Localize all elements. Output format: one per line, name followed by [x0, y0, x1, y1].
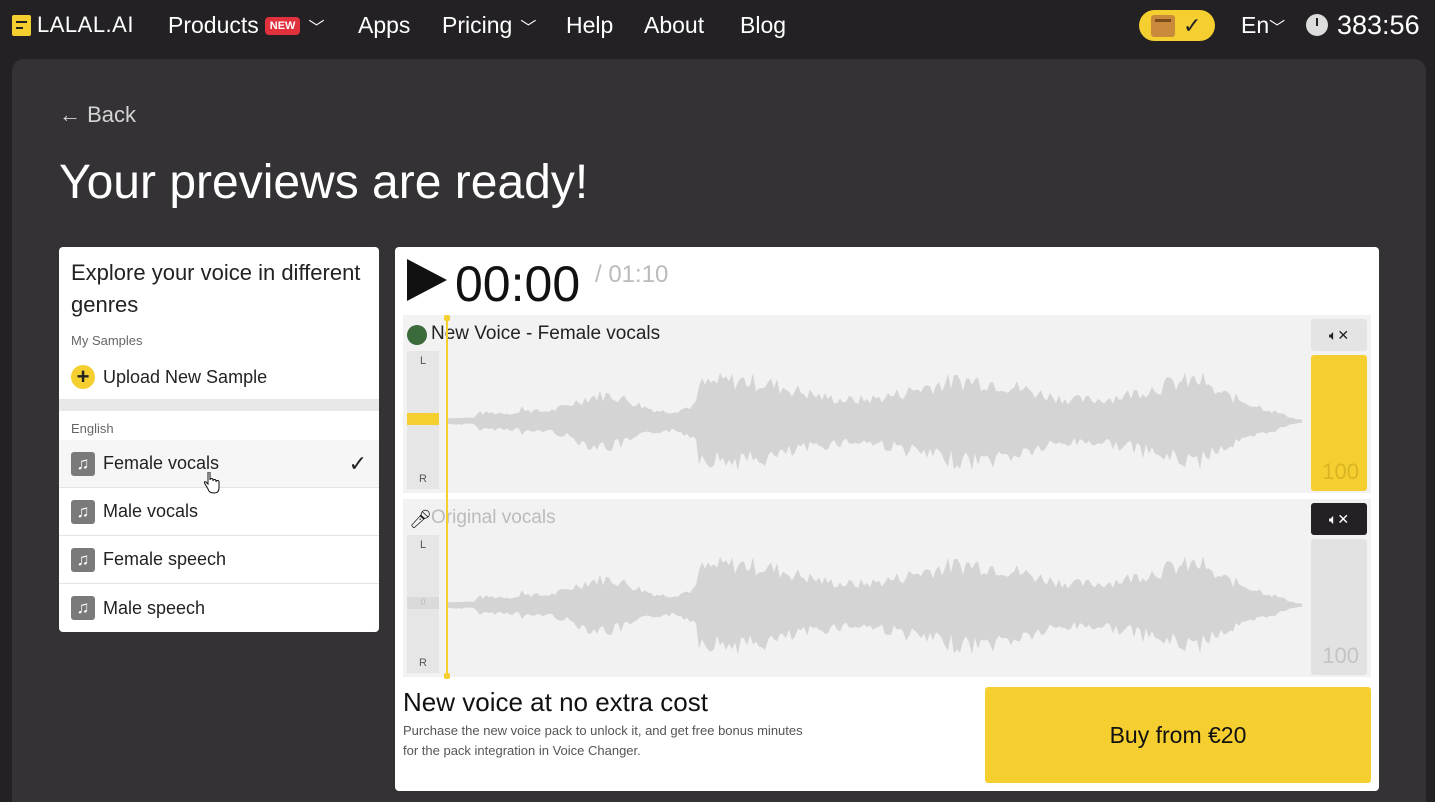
nav-pricing-label: Pricing [442, 12, 513, 38]
player-panel: 00:00 / 01:10 New Voice - Female vocals … [395, 247, 1379, 791]
volume-value: 100 [1322, 459, 1359, 484]
music-note-icon: ♫ [71, 547, 95, 572]
genre-item-female-speech[interactable]: ♫ Female speech [59, 536, 379, 584]
pan-left-label: L [419, 539, 427, 551]
pan-meter[interactable]: L 0 R [407, 351, 439, 489]
waveform-shape [447, 556, 1302, 655]
language-selector[interactable]: En﹀ [1241, 12, 1285, 39]
nav-products[interactable]: Products NEW ﹀ [168, 12, 324, 39]
genre-item-male-vocals[interactable]: ♫ Male vocals [59, 488, 379, 536]
pan-right-label: R [419, 473, 427, 485]
track-name: New Voice - Female vocals [431, 323, 661, 344]
track-original-vocals: 🎤︎ Original vocals L 0 R 🔈︎✕ 100 [403, 499, 1371, 677]
waveform-shape [447, 372, 1302, 471]
genre-panel: Explore your voice in different genres M… [59, 247, 379, 632]
play-icon[interactable] [407, 259, 447, 301]
music-note-icon: ♫ [71, 451, 95, 476]
speaker-muted-icon: 🔈︎✕ [1328, 510, 1350, 527]
volume-slider[interactable]: 100 [1311, 355, 1367, 491]
mute-button[interactable]: 🔈︎✕ [1311, 319, 1367, 351]
waveform[interactable] [447, 351, 1303, 491]
nav-apps[interactable]: Apps [358, 12, 410, 39]
total-time: / 01:10 [595, 261, 669, 288]
nav-pricing[interactable]: Pricing ﹀ [442, 12, 536, 39]
pan-meter[interactable]: L 0 R [407, 535, 439, 673]
playhead-handle-top [444, 315, 450, 321]
lalal-logo-icon [12, 14, 31, 36]
page-title: Your previews are ready! [59, 156, 589, 209]
pan-left-label: L [419, 355, 427, 367]
speaker-muted-icon: 🔈︎✕ [1328, 326, 1350, 343]
hand-cursor-icon [203, 472, 220, 494]
language-label: En [1241, 12, 1270, 38]
clock-icon [1306, 14, 1328, 36]
pan-center-indicator: 0 [407, 413, 439, 425]
voice-pack-button[interactable]: ✓ [1139, 10, 1215, 41]
minutes-timer: 383:56 [1337, 10, 1420, 40]
genre-label: Female speech [103, 549, 227, 569]
offer-description: Purchase the new voice pack to unlock it… [403, 723, 803, 758]
music-note-icon: ♫ [71, 596, 95, 620]
nav-blog[interactable]: Blog [740, 12, 786, 39]
chevron-down-icon: ﹀ [520, 19, 537, 37]
microphone-icon: 🎤︎ [409, 509, 432, 529]
nav-help[interactable]: Help [566, 12, 613, 39]
playhead-handle-bottom [444, 673, 450, 679]
waveform[interactable] [447, 535, 1303, 675]
logo[interactable]: LALAL.AI [12, 12, 134, 38]
my-samples-label: My Samples [71, 333, 143, 348]
genre-panel-title: Explore your voice in different genres [71, 260, 361, 317]
divider [59, 399, 379, 411]
music-note-icon: ♫ [71, 499, 95, 524]
back-link[interactable]: ← Back [59, 102, 136, 128]
volume-value: 100 [1322, 643, 1359, 668]
nav-about[interactable]: About [644, 12, 704, 39]
genre-item-male-speech[interactable]: ♫ Male speech [59, 584, 379, 632]
track-new-voice: New Voice - Female vocals L 0 R 🔈︎✕ 100 [403, 315, 1371, 493]
new-badge: NEW [264, 16, 301, 35]
voice-avatar-icon [407, 325, 427, 345]
buy-button[interactable]: Buy from €20 [985, 687, 1371, 783]
box-icon [1151, 14, 1175, 37]
playhead-line [446, 317, 448, 677]
plus-icon: + [71, 365, 95, 389]
chevron-down-icon: ﹀ [308, 19, 325, 37]
pan-right-label: R [419, 657, 427, 669]
check-icon: ✓ [1183, 12, 1202, 38]
playhead[interactable] [444, 315, 450, 679]
nav-products-label: Products [168, 12, 259, 38]
pan-center-indicator: 0 [407, 597, 439, 609]
genre-label: Female vocals [103, 453, 220, 473]
volume-slider[interactable]: 100 [1311, 539, 1367, 675]
check-icon: ✓ [348, 450, 367, 476]
english-label: English [71, 421, 114, 436]
top-nav: LALAL.AI Products NEW ﹀ Apps Pricing ﹀ H… [0, 0, 1435, 52]
current-time: 00:00 [455, 256, 581, 312]
upload-label: Upload New Sample [103, 366, 268, 387]
logo-text: LALAL.AI [37, 12, 134, 37]
upload-new-sample-button[interactable]: + Upload New Sample [71, 365, 267, 389]
chevron-down-icon: ﹀ [1269, 20, 1286, 37]
mute-button[interactable]: 🔈︎✕ [1311, 503, 1367, 535]
genre-label: Male speech [103, 597, 206, 618]
genre-label: Male vocals [103, 501, 199, 521]
track-name: Original vocals [431, 507, 556, 528]
offer-title: New voice at no extra cost [403, 687, 708, 717]
